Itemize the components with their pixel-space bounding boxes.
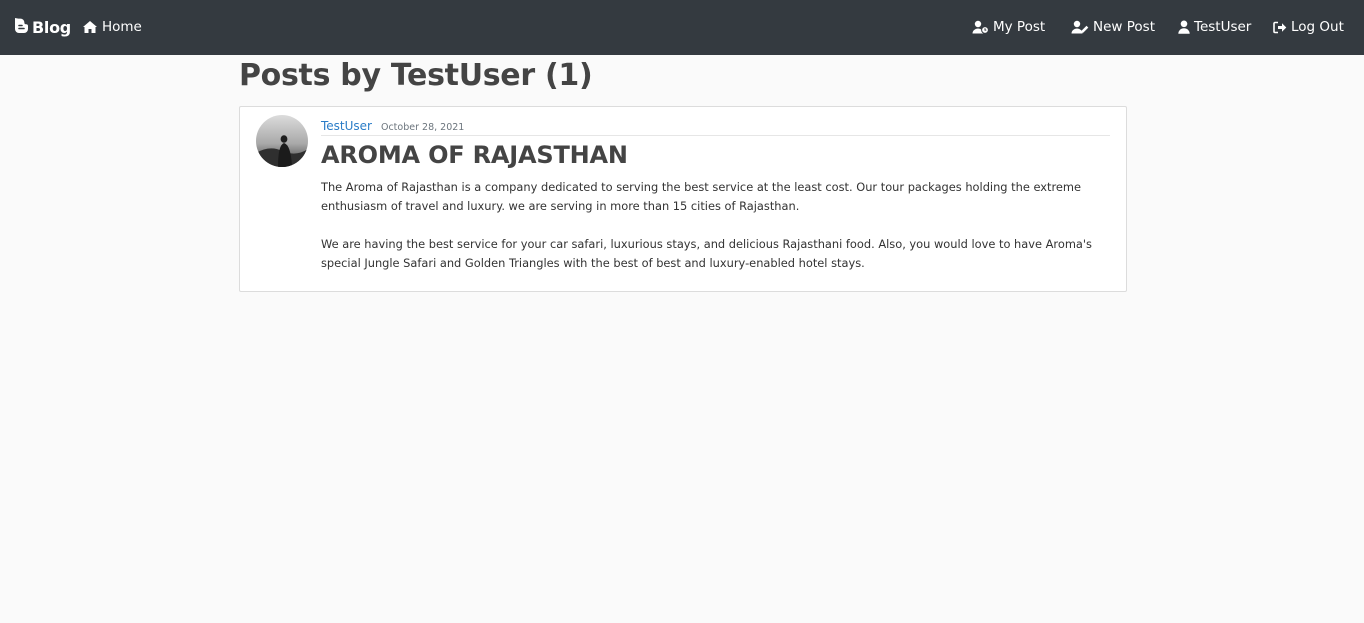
brand-link[interactable]: Blog — [12, 16, 71, 38]
home-icon — [82, 20, 98, 34]
post-date: October 28, 2021 — [380, 122, 465, 133]
top-navbar: Blog Home My Post New Post TestUser Log … — [0, 0, 1364, 55]
nav-new-post[interactable]: New Post — [1071, 19, 1155, 35]
brand-label: Blog — [32, 17, 71, 37]
post-card: TestUser October 28, 2021 AROMA OF RAJAS… — [239, 106, 1127, 292]
sign-out-icon — [1273, 21, 1287, 34]
nav-my-post[interactable]: My Post — [972, 19, 1045, 35]
post-paragraph: We are having the best service for your … — [321, 237, 1092, 270]
post-author-link[interactable]: TestUser — [321, 119, 372, 133]
author-avatar — [256, 115, 308, 167]
user-edit-icon — [1071, 20, 1089, 34]
nav-home-label: Home — [102, 19, 142, 35]
nav-profile-label: TestUser — [1194, 19, 1252, 35]
blogger-icon — [12, 16, 30, 38]
post-title-link[interactable]: AROMA OF RAJASTHAN — [321, 141, 628, 169]
nav-home[interactable]: Home — [82, 19, 142, 35]
post-meta: TestUser October 28, 2021 — [321, 119, 1110, 136]
post-content: The Aroma of Rajasthan is a company dedi… — [321, 178, 1111, 273]
page-title: Posts by TestUser (1) — [239, 58, 593, 93]
user-clock-icon — [972, 20, 989, 34]
nav-logout-label: Log Out — [1291, 19, 1344, 35]
nav-logout[interactable]: Log Out — [1273, 19, 1344, 35]
user-icon — [1178, 20, 1190, 34]
nav-my-post-label: My Post — [993, 19, 1046, 35]
post-paragraph: The Aroma of Rajasthan is a company dedi… — [321, 180, 1082, 213]
nav-profile[interactable]: TestUser — [1178, 19, 1251, 35]
nav-new-post-label: New Post — [1093, 19, 1155, 35]
